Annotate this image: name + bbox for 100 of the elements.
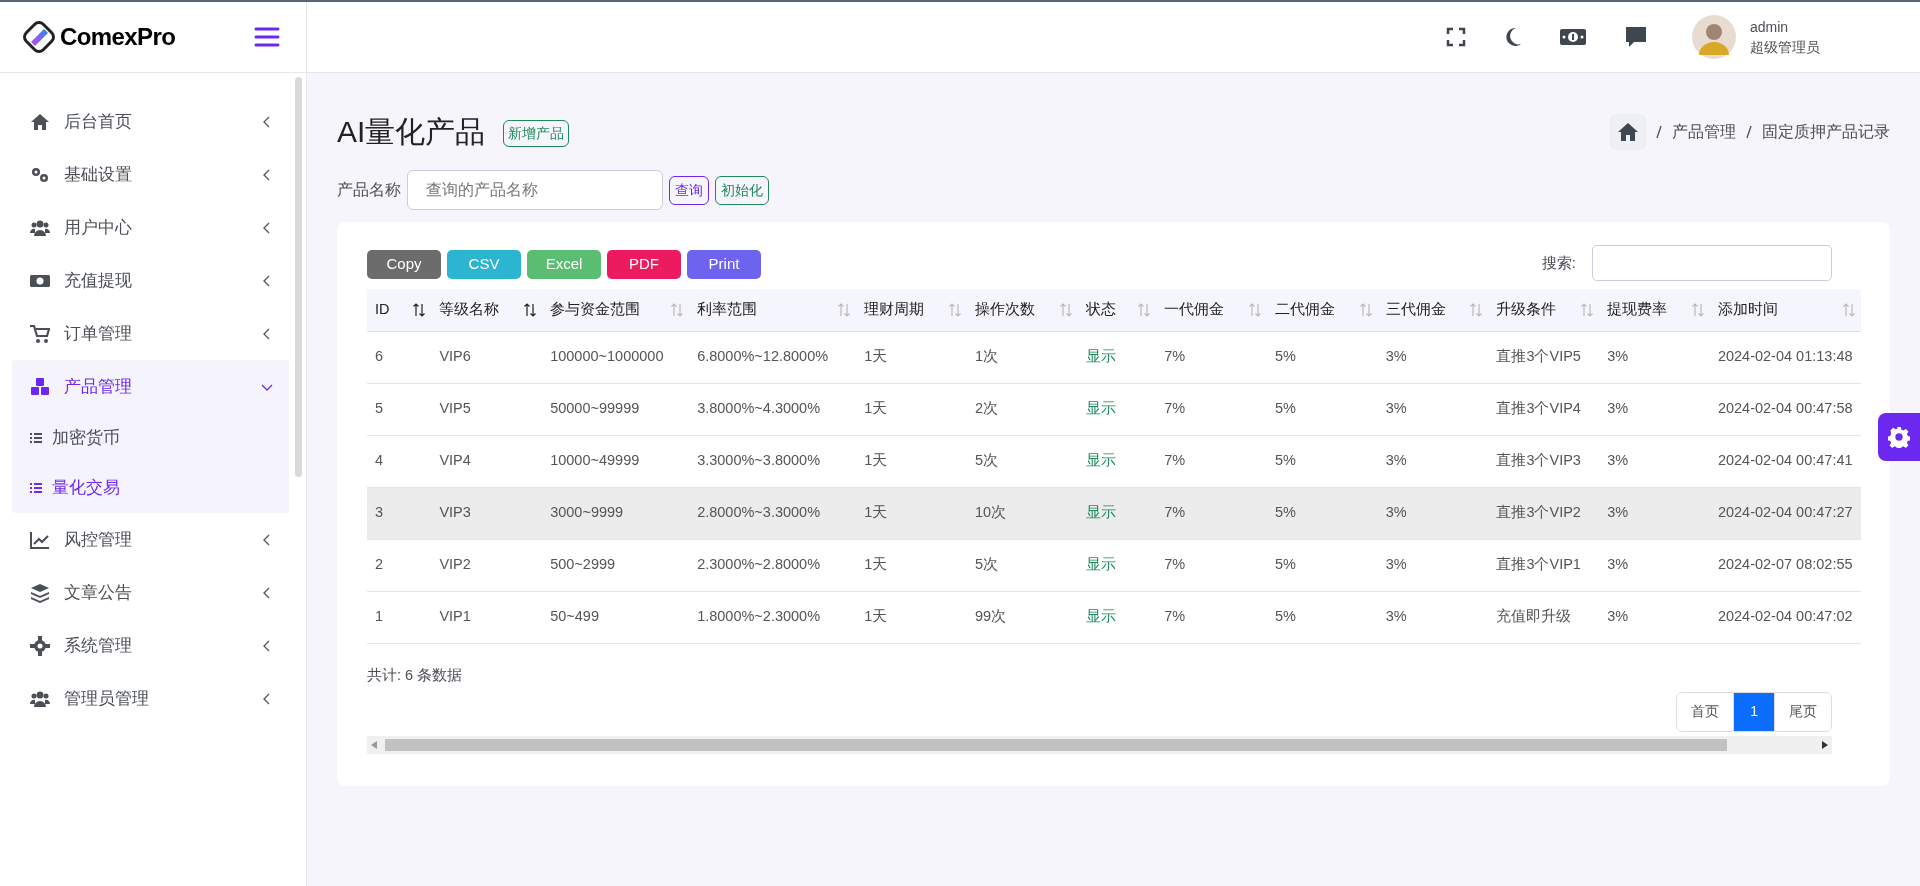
- breadcrumb-separator-icon: [1746, 124, 1752, 139]
- page-button[interactable]: 1: [1733, 692, 1774, 731]
- list-icon: [30, 433, 42, 443]
- column-header[interactable]: 添加时间: [1709, 289, 1861, 331]
- horizontal-scrollbar[interactable]: [367, 735, 1832, 754]
- table-cell: 3%: [1377, 331, 1489, 383]
- sort-icon: [1581, 302, 1594, 317]
- table-cell: 10000~49999: [542, 435, 690, 487]
- breadcrumb-item[interactable]: 产品管理: [1672, 119, 1736, 144]
- table-row[interactable]: 5 VIP5 50000~99999 3.8000%~4.3000% 1天 2次 显示 7% 5% 3% 直推3个VIP4 3% 2024-02-04 00:47:58: [367, 383, 1861, 435]
- sidebar-item[interactable]: 基础设置: [12, 148, 289, 201]
- table-row[interactable]: 2 VIP2 500~2999 2.3000%~2.8000% 1天 5次 显示 7% 5% 3% 直推3个VIP1 3% 2024-02-07 08:02:55: [367, 539, 1861, 591]
- table-cell: 7%: [1156, 331, 1267, 383]
- sort-icon: [1359, 302, 1372, 317]
- chat-icon[interactable]: [1624, 25, 1648, 49]
- avatar[interactable]: [1692, 15, 1736, 59]
- breadcrumb-separator-icon: [1656, 124, 1662, 139]
- submenu-item[interactable]: 加密货币: [12, 413, 289, 463]
- table-cell: 3.3000%~3.8000%: [689, 435, 857, 487]
- column-header[interactable]: 操作次数: [966, 289, 1078, 331]
- product-name-field[interactable]: 查询的产品名称: [407, 170, 663, 210]
- table-cell: 50000~99999: [542, 383, 690, 435]
- column-header[interactable]: ID: [367, 289, 432, 331]
- sidebar-item[interactable]: 管理员管理: [12, 672, 289, 725]
- breadcrumb-home-icon[interactable]: [1610, 113, 1646, 150]
- sort-icon: [524, 302, 537, 317]
- export-button[interactable]: PDF: [607, 249, 681, 279]
- sidebar-item[interactable]: 产品管理: [12, 360, 289, 413]
- table-cell: 2.8000%~3.3000%: [689, 487, 857, 539]
- table-search-field[interactable]: [1592, 245, 1832, 281]
- table-cell: 2024-02-07 08:02:55: [1709, 539, 1861, 591]
- layers-icon: [30, 582, 50, 603]
- breadcrumb-item: 固定质押产品记录: [1762, 121, 1890, 142]
- table-cell: 1次: [966, 331, 1078, 383]
- table-cell: 7%: [1156, 591, 1267, 643]
- settings-button[interactable]: [1878, 413, 1920, 461]
- page-title: AI量化产品: [337, 114, 486, 150]
- fullscreen-icon[interactable]: [1446, 27, 1466, 47]
- cubes-icon: [30, 376, 50, 397]
- user-name: admin: [1750, 18, 1790, 37]
- table-cell: 2次: [966, 383, 1078, 435]
- status-cell: 显示: [1077, 331, 1157, 383]
- submenu-item[interactable]: 量化交易: [12, 463, 289, 513]
- column-header[interactable]: 利率范围: [689, 289, 857, 331]
- table-row[interactable]: 6 VIP6 100000~1000000 6.8000%~12.8000% 1天 1次 显示 7% 5% 3% 直推3个VIP5 3% 2024-02-04 01:13:48: [367, 331, 1861, 383]
- user-role: 超级管理员: [1750, 38, 1820, 57]
- table-cell: 2.3000%~2.8000%: [689, 539, 857, 591]
- table-cell: 3%: [1599, 331, 1710, 383]
- column-header[interactable]: 一代佣金: [1156, 289, 1267, 331]
- sidebar-item[interactable]: 用户中心: [12, 201, 289, 254]
- page-button[interactable]: 尾页: [1774, 692, 1831, 731]
- list-icon: [30, 483, 42, 493]
- table-cell: 1天: [856, 331, 967, 383]
- export-button[interactable]: Print: [687, 249, 761, 279]
- table-cell: 5%: [1266, 539, 1378, 591]
- status-cell: 显示: [1077, 539, 1157, 591]
- table-cell: 3.8000%~4.3000%: [689, 383, 857, 435]
- table-cell: 6: [367, 331, 432, 383]
- status-cell: 显示: [1077, 383, 1157, 435]
- add-product-button[interactable]: 新增产品: [503, 120, 570, 147]
- column-header[interactable]: 升级条件: [1488, 289, 1600, 331]
- sidebar-item[interactable]: 订单管理: [12, 307, 289, 360]
- table-cell: 5%: [1266, 435, 1378, 487]
- table-cell: 3%: [1377, 435, 1489, 487]
- sidebar-item[interactable]: 文章公告: [12, 566, 289, 619]
- sort-icon: [838, 302, 851, 317]
- scrollbar-thumb[interactable]: [295, 77, 302, 477]
- scroll-right-icon[interactable]: [1822, 740, 1828, 749]
- reset-button[interactable]: 初始化: [715, 175, 769, 205]
- column-header[interactable]: 提现费率: [1599, 289, 1710, 331]
- moon-icon[interactable]: [1504, 27, 1522, 47]
- sidebar-item[interactable]: 系统管理: [12, 619, 289, 672]
- sidebar-item[interactable]: 充值提现: [12, 254, 289, 307]
- table-row[interactable]: 1 VIP1 50~499 1.8000%~2.3000% 1天 99次 显示 7% 5% 3% 充值即升级 3% 2024-02-04 00:47:02: [367, 591, 1861, 643]
- column-header[interactable]: 理财周期: [856, 289, 967, 331]
- table-cell: 1天: [856, 435, 967, 487]
- table-cell: 4: [367, 435, 432, 487]
- table-cell: 2024-02-04 00:47:41: [1709, 435, 1861, 487]
- table-cell: 3%: [1377, 539, 1489, 591]
- sidebar-item[interactable]: 风控管理: [12, 513, 289, 566]
- table-cell: 3%: [1377, 591, 1489, 643]
- money-icon[interactable]: [1560, 28, 1586, 46]
- table-cell: VIP3: [431, 487, 543, 539]
- table-cell: 1天: [856, 383, 967, 435]
- table-row[interactable]: 4 VIP4 10000~49999 3.3000%~3.8000% 1天 5次 显示 7% 5% 3% 直推3个VIP3 3% 2024-02-04 00:47:41: [367, 435, 1861, 487]
- table-cell: 500~2999: [542, 539, 690, 591]
- logo-icon: [22, 20, 56, 54]
- table-cell: 2024-02-04 00:47:58: [1709, 383, 1861, 435]
- search-button[interactable]: 查询: [669, 175, 709, 205]
- export-button[interactable]: Copy: [367, 249, 441, 279]
- column-header[interactable]: 参与资金范围: [542, 289, 690, 331]
- sidebar-item[interactable]: 后台首页: [12, 95, 289, 148]
- table-cell: 3%: [1599, 435, 1710, 487]
- column-header[interactable]: 二代佣金: [1266, 289, 1378, 331]
- brand-name: ComexPro: [60, 22, 176, 52]
- column-header[interactable]: 等级名称: [431, 289, 543, 331]
- table-cell: 3%: [1599, 383, 1710, 435]
- column-header[interactable]: 状态: [1077, 289, 1157, 331]
- table-cell: 7%: [1156, 435, 1267, 487]
- column-header[interactable]: 三代佣金: [1377, 289, 1489, 331]
